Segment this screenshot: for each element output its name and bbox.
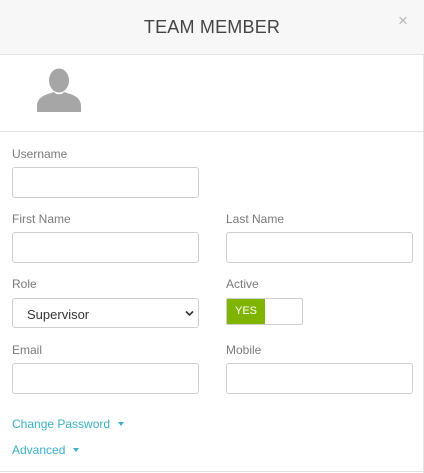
avatar-user-icon[interactable]	[36, 68, 82, 112]
username-label: Username	[12, 147, 68, 161]
mobile-label: Mobile	[226, 343, 262, 357]
advanced-link[interactable]: Advanced	[12, 443, 80, 457]
mobile-input[interactable]	[226, 363, 413, 394]
active-toggle[interactable]: YES	[226, 298, 303, 325]
first-name-label: First Name	[12, 212, 71, 226]
advanced-label: Advanced	[12, 443, 66, 457]
email-input[interactable]	[12, 363, 199, 394]
role-selected-value: Supervisor	[27, 307, 90, 322]
team-member-dialog: TEAM MEMBER × Username First Name Last N…	[0, 0, 424, 473]
caret-down-icon	[73, 447, 80, 452]
chevron-down-icon	[185, 310, 194, 317]
user-silhouette-icon	[37, 68, 81, 112]
avatar-divider	[0, 131, 424, 132]
username-input[interactable]	[12, 167, 199, 198]
close-icon[interactable]: ×	[396, 12, 410, 30]
last-name-input[interactable]	[226, 232, 413, 263]
change-password-label: Change Password	[12, 417, 111, 431]
active-label: Active	[226, 277, 259, 291]
dialog-header: TEAM MEMBER ×	[0, 0, 424, 55]
change-password-link[interactable]: Change Password	[12, 417, 125, 431]
active-toggle-state: YES	[227, 299, 265, 324]
footer-divider	[0, 471, 424, 472]
dialog-title: TEAM MEMBER	[143, 17, 281, 37]
last-name-label: Last Name	[226, 212, 285, 226]
role-select[interactable]: Supervisor	[12, 298, 199, 328]
caret-down-icon	[118, 421, 125, 426]
first-name-input[interactable]	[12, 232, 199, 263]
email-label: Email	[12, 343, 43, 357]
role-label: Role	[12, 277, 37, 291]
